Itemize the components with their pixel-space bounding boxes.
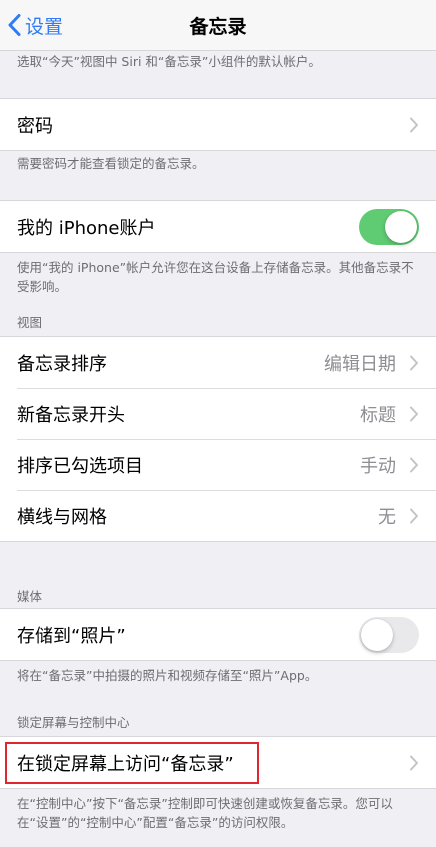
media-section-header: 媒体 [17, 589, 43, 604]
password-label: 密码 [17, 115, 53, 137]
default-account-note: 选取“今天”视图中 Siri 和“备忘录”小组件的默认帐户。 [17, 54, 321, 69]
media-note: 将在“备忘录”中拍摄的照片和视频存储至“照片”App。 [17, 668, 318, 683]
password-group: 密码 [0, 98, 436, 151]
save-to-photos-label: 存储到“照片” [17, 625, 126, 647]
lockscreen-access-cell[interactable]: 在锁定屏幕上访问“备忘录” [0, 737, 436, 788]
chevron-right-icon [409, 508, 419, 524]
sort-checked-items-cell[interactable]: 排序已勾选项目 手动 [0, 439, 436, 490]
view-section-header: 视图 [17, 315, 43, 330]
iphone-account-note: 使用“我的 iPhone”帐户允许您在这台设备上存储备忘录。其他备忘录不受影响。 [17, 260, 414, 294]
lockscreen-group: 在锁定屏幕上访问“备忘录” [0, 736, 436, 789]
lockscreen-access-label: 在锁定屏幕上访问“备忘录” [17, 753, 234, 775]
view-group: 备忘录排序 编辑日期 新备忘录开头 标题 排序已勾选项目 手动 横线与网格 无 [0, 336, 436, 542]
notes-settings-page: 设置 备忘录 选取“今天”视图中 Siri 和“备忘录”小组件的默认帐户。 密码… [0, 0, 436, 847]
new-note-start-cell[interactable]: 新备忘录开头 标题 [0, 388, 436, 439]
iphone-account-group: 我的 iPhone账户 [0, 200, 436, 253]
sort-checked-items-label: 排序已勾选项目 [17, 455, 143, 477]
chevron-right-icon [409, 117, 419, 133]
notes-sort-label: 备忘录排序 [17, 353, 107, 375]
lockscreen-section-header: 锁定屏幕与控制中心 [17, 715, 130, 730]
navigation-bar: 设置 备忘录 [0, 0, 436, 51]
password-note: 需要密码才能查看锁定的备忘录。 [17, 156, 205, 171]
new-note-start-label: 新备忘录开头 [17, 404, 125, 426]
sort-checked-items-value: 手动 [360, 455, 396, 477]
iphone-account-switch[interactable] [359, 208, 419, 245]
chevron-right-icon [409, 355, 419, 371]
lines-and-grids-value: 无 [378, 506, 396, 528]
notes-sort-value: 编辑日期 [324, 353, 396, 375]
iphone-account-cell: 我的 iPhone账户 [0, 201, 436, 252]
new-note-start-value: 标题 [360, 404, 396, 426]
media-group: 存储到“照片” [0, 608, 436, 661]
password-cell[interactable]: 密码 [0, 99, 436, 150]
lines-and-grids-cell[interactable]: 横线与网格 无 [0, 490, 436, 541]
notes-sort-cell[interactable]: 备忘录排序 编辑日期 [0, 337, 436, 388]
page-title: 备忘录 [189, 16, 247, 38]
chevron-right-icon [409, 406, 419, 422]
switch-knob [385, 210, 417, 243]
lockscreen-note: 在“控制中心”按下“备忘录”控制即可快速创建或恢复备忘录。您可以在“设置”的“控… [17, 796, 393, 830]
chevron-right-icon [409, 457, 419, 473]
chevron-right-icon [409, 755, 419, 771]
save-to-photos-cell: 存储到“照片” [0, 609, 436, 660]
switch-knob [361, 618, 393, 651]
lines-and-grids-label: 横线与网格 [17, 506, 107, 528]
save-to-photos-switch[interactable] [359, 616, 419, 653]
iphone-account-label: 我的 iPhone账户 [17, 217, 156, 239]
